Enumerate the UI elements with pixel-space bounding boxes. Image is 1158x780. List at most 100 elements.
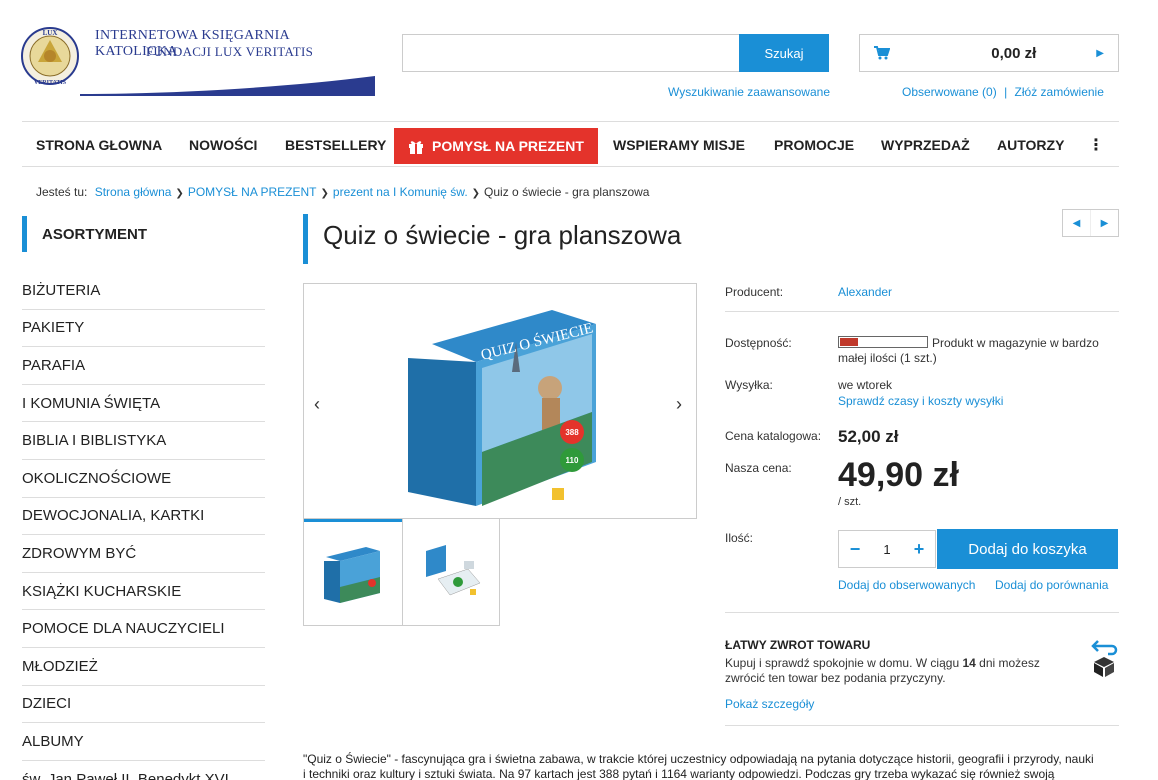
sidebar-item-cookbooks[interactable]: KSIĄŻKI KUCHARSKIE [22,573,265,611]
watched-link[interactable]: Obserwowane (0) [902,85,997,99]
availability-text-2: małej ilości (1 szt.) [838,351,937,365]
add-to-cart-button[interactable]: Dodaj do koszyka [937,529,1118,569]
product-box-image: 388 110 QUIZ O ŚWIECIE [408,310,596,506]
product-main-image[interactable]: ‹ › 388 110 QUIZ O ŚWIECIE [303,283,697,519]
advanced-search-link[interactable]: Wyszukiwanie zaawansowane [668,85,830,99]
minus-icon[interactable]: − [839,531,871,567]
easy-return-title: ŁATWY ZWROT TOWARU [725,638,871,652]
thumbnail-box[interactable] [304,519,402,625]
lux-veritatis-seal-icon: LUX VERITATIS [21,27,79,86]
producer-label: Producent: [725,285,784,299]
breadcrumb-prefix: Jesteś tu: [36,185,88,199]
add-to-compare-link[interactable]: Dodaj do porównania [995,578,1108,592]
our-price: 49,90 zł [838,456,959,494]
return-box-icon [1091,640,1118,677]
our-price-label: Nasza cena: [725,461,792,475]
cart-summary[interactable]: 0,00 zł ▶ [859,34,1119,72]
product-pager: ◀ ▶ [1062,209,1119,237]
search-button[interactable]: Szukaj [739,34,829,72]
sidebar-item-teaching-aids[interactable]: POMOCE DLA NAUCZYCIELI [22,610,265,648]
availability-label: Dostępność: [725,336,792,350]
sidebar-item-occasional[interactable]: OKOLICZNOŚCIOWE [22,460,265,498]
gallery-next-icon[interactable]: › [676,394,682,415]
shipping-label: Wysyłka: [725,378,773,392]
sidebar-item-packages[interactable]: PAKIETY [22,310,265,348]
nav-more-icon[interactable]: ⋮ [1088,122,1104,168]
nav-promotions[interactable]: PROMOCJE [774,122,854,168]
plus-icon[interactable]: + [903,531,935,567]
main-nav: STRONA GŁOWNA NOWOŚCI BESTSELLERY POMYSŁ… [22,121,1119,167]
sidebar-item-health[interactable]: ZDROWYM BYĆ [22,535,265,573]
sidebar-category-list: BIŻUTERIA PAKIETY PARAFIA I KOMUNIA ŚWIĘ… [22,272,265,780]
add-to-watchlist-link[interactable]: Dodaj do obserwowanych [838,578,975,592]
user-links: Obserwowane (0) | Złóż zamówienie [902,85,1104,99]
product-thumbnails [303,518,500,626]
quantity-value[interactable]: 1 [871,542,903,557]
breadcrumb-current: Quiz o świecie - gra planszowa [484,185,650,199]
product-description: "Quiz o Świecie" - fascynująca gra i świ… [303,752,1119,780]
nav-authors[interactable]: AUTORZY [997,122,1064,168]
sidebar-item-bible[interactable]: BIBLIA I BIBLISTYKA [22,422,265,460]
quantity-label: Ilość: [725,531,754,545]
nav-bestsellers[interactable]: BESTSELLERY [285,122,386,168]
cart-arrow-icon: ▶ [1096,47,1104,59]
thumbnail-game-board[interactable] [401,519,500,625]
breadcrumb-communion[interactable]: prezent na I Komunię św. [333,185,468,199]
description-line-2: i techniki oraz kultury i sztuki świata.… [303,767,1055,780]
description-line-1: "Quiz o Świecie" - fascynująca gra i świ… [303,752,1094,766]
easy-return-text-pre: Kupuj i sprawdź spokojnie w domu. W ciąg… [725,656,963,670]
search-input[interactable] [402,34,740,72]
sidebar-item-parish[interactable]: PARAFIA [22,347,265,385]
easy-return-days: 14 [962,656,976,670]
nav-sale[interactable]: WYPRZEDAŻ [881,122,970,168]
store-logo[interactable]: LUX VERITATIS INTERNETOWA KSIĘGARNIA KAT… [20,22,375,97]
gallery-prev-icon[interactable]: ‹ [314,394,320,415]
title-accent-bar [303,214,308,264]
quantity-stepper: − 1 + [838,530,936,568]
easy-return-text: Kupuj i sprawdź spokojnie w domu. W ciąg… [725,656,1085,686]
nav-new[interactable]: NOWOŚCI [189,122,257,168]
price-unit: / szt. [838,496,862,508]
gift-icon [409,140,423,154]
sidebar-item-first-communion[interactable]: I KOMUNIA ŚWIĘTA [22,385,265,423]
seal-top-text: LUX [43,29,58,37]
sidebar-item-devotional[interactable]: DEWOCJONALIA, KARTKI [22,498,265,536]
stock-level-fill [840,338,858,346]
place-order-link[interactable]: Złóż zamówienie [1015,85,1104,99]
sidebar-item-children[interactable]: DZIECI [22,686,265,724]
box-badge-cards: 110 [566,456,579,465]
product-title: Quiz o świecie - gra planszowa [323,220,682,250]
show-return-details-link[interactable]: Pokaż szczegóły [725,697,814,711]
sidebar-item-jewelry[interactable]: BIŻUTERIA [22,272,265,310]
cart-total: 0,00 zł [991,44,1037,62]
next-product-icon[interactable]: ▶ [1090,210,1118,236]
cart-icon [874,46,890,60]
sidebar-item-popes[interactable]: św. Jan Paweł II, Benedykt XVI [22,761,265,780]
box-badge-questions: 388 [565,428,579,437]
thumbnail-box-image [323,546,380,603]
sidebar-item-youth[interactable]: MŁODZIEŻ [22,648,265,686]
availability-value: Produkt w magazynie w bardzo małej ilośc… [838,336,1118,366]
previous-product-icon[interactable]: ◀ [1063,210,1090,236]
breadcrumb-home[interactable]: Strona główna [95,185,172,199]
breadcrumb: Jesteś tu: Strona główna ❯ POMYSŁ NA PREZE… [36,185,649,199]
thumbnail-game-board-image [425,545,481,596]
nav-home[interactable]: STRONA GŁOWNA [36,122,162,168]
easy-return-text-post: dni możesz [975,656,1040,670]
chevron-right-icon: ❯ [471,188,481,199]
nav-missions[interactable]: WSPIERAMY MISJE [613,122,745,168]
producer-link[interactable]: Alexander [838,285,892,299]
sidebar-item-albums[interactable]: ALBUMY [22,723,265,761]
chevron-right-icon: ❯ [175,188,184,199]
availability-text-1: Produkt w magazynie w bardzo [932,336,1099,350]
sidebar-heading: ASORTYMENT [22,216,265,252]
logo-swoosh [80,76,375,96]
seal-bottom-text: VERITATIS [34,80,67,86]
nav-gift-idea[interactable]: POMYSŁ NA PREZENT [394,128,598,164]
nav-gift-idea-label: POMYSŁ NA PREZENT [432,138,584,154]
divider [725,725,1119,726]
breadcrumb-gift-idea[interactable]: POMYSŁ NA PREZENT [188,185,317,199]
divider [725,311,1119,312]
divider [725,612,1119,613]
shipping-info-link[interactable]: Sprawdź czasy i koszty wysyłki [838,394,1003,408]
